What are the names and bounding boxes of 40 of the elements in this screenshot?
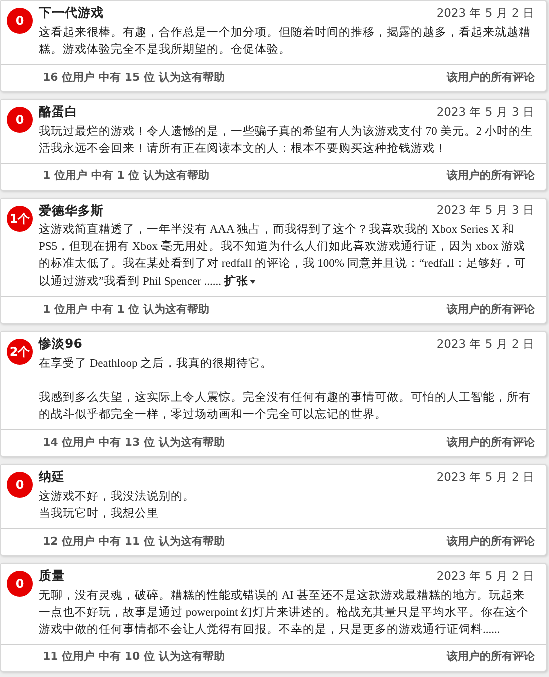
review-date: 2023 年 5 月 3 日 — [436, 202, 535, 220]
review-text: 无聊，没有灵魂，破碎。糟糕的性能或错误的 AI 甚至还不是这款游戏最糟糕的地方。玩起来一点也不好玩，故事是通过 powerpoint 幻灯片来讲述的。枪战充其量只是平均水平。你在这个游戏中做的任何事情都不会让人觉得有回报。不幸的是，只是更多的游戏通行证饲料...... — [39, 588, 530, 638]
score-badge: 1个 — [7, 206, 33, 232]
caret-icon — [250, 280, 256, 284]
review-text: 这游戏简直糟透了，一年半没有 AAA 独占，而我得到了这个？我喜欢我的 Xbox Series X 和 PS5，但现在拥有 Xbox 毫无用处。我不知道为什么人们如此喜欢游戏通行证，因为 xbox 游戏的标准太低了。我在某处看到了对 redfall 的评论，我 100% 同意并且说：“redfall：足够好，可以通过游戏”我看到 Phil Spencer ...... 扩张 — [39, 222, 528, 292]
review-text: 这看起来很棒。有趣，合作总是一个加分项。但随着时间的推移，揭露的越多，看起来就越糟糕。游戏体验完全不是我所期望的。仓促体验。 — [39, 25, 532, 58]
expand-link[interactable]: 扩张 — [224, 273, 256, 290]
helpful-count: 14 位用户 中有 13 位 认为这有帮助 — [43, 434, 225, 451]
score-badge: 0 — [7, 570, 33, 597]
review-date: 2023 年 5 月 2 日 — [436, 4, 535, 22]
all-reviews-link[interactable]: 该用户的所有评论 — [447, 649, 535, 666]
username[interactable]: 爱德华多斯 — [39, 202, 104, 220]
username[interactable]: 酪蛋白 — [39, 102, 78, 122]
score-badge: 0 — [7, 8, 33, 34]
review-text: 我玩过最烂的游戏！令人遗憾的是，一些骗子真的希望有人为该游戏支付 70 美元。2 小时的生活我永远不会回来！请所有正在阅读本文的人：根本不要购买这种抢钱游戏！ — [39, 124, 534, 156]
username[interactable]: 质量 — [39, 566, 65, 586]
all-reviews-link[interactable]: 该用户的所有评论 — [447, 434, 535, 452]
review-text: 这游戏不好，我没法说别的。 — [39, 489, 196, 505]
helpful-count: 11 位用户 中有 10 位 认为这有帮助 — [43, 649, 225, 666]
review-text: 在享受了 Deathloop 之后，我真的很期待它。 — [39, 356, 274, 372]
helpful-count: 1 位用户 中有 1 位 认为这有帮助 — [43, 302, 210, 318]
score-badge: 0 — [7, 106, 33, 133]
review-text: 我感到多么失望，这实际上令人震惊。完全没有任何有趣的事情可做。可怕的人工智能，所有的战斗似乎都完全一样，零过场动画和一个完全可以忘记的世界。 — [39, 390, 532, 423]
all-reviews-link[interactable]: 该用户的所有评论 — [447, 302, 535, 318]
review-date: 2023 年 5 月 2 日 — [436, 468, 535, 486]
helpful-count: 12 位用户 中有 11 位 认为这有帮助 — [43, 534, 225, 550]
review-text: 当我玩它时，我想公里 — [39, 506, 160, 522]
all-reviews-link[interactable]: 该用户的所有评论 — [447, 168, 535, 185]
helpful-count: 16 位用户 中有 15 位 认为这有帮助 — [43, 70, 225, 86]
all-reviews-link[interactable]: 该用户的所有评论 — [447, 534, 535, 550]
review-date: 2023 年 5 月 2 日 — [436, 336, 535, 353]
score-badge: 0 — [7, 472, 33, 498]
score-badge: 2个 — [7, 339, 33, 366]
review-date: 2023 年 5 月 3 日 — [436, 104, 535, 120]
review-date: 2023 年 5 月 2 日 — [436, 568, 535, 584]
all-reviews-link[interactable]: 该用户的所有评论 — [447, 70, 535, 86]
username[interactable]: 下一代游戏 — [39, 4, 104, 23]
username[interactable]: 纳廷 — [39, 468, 65, 487]
helpful-count: 1 位用户 中有 1 位 认为这有帮助 — [43, 168, 210, 184]
username[interactable]: 惨淡96 — [39, 335, 82, 354]
